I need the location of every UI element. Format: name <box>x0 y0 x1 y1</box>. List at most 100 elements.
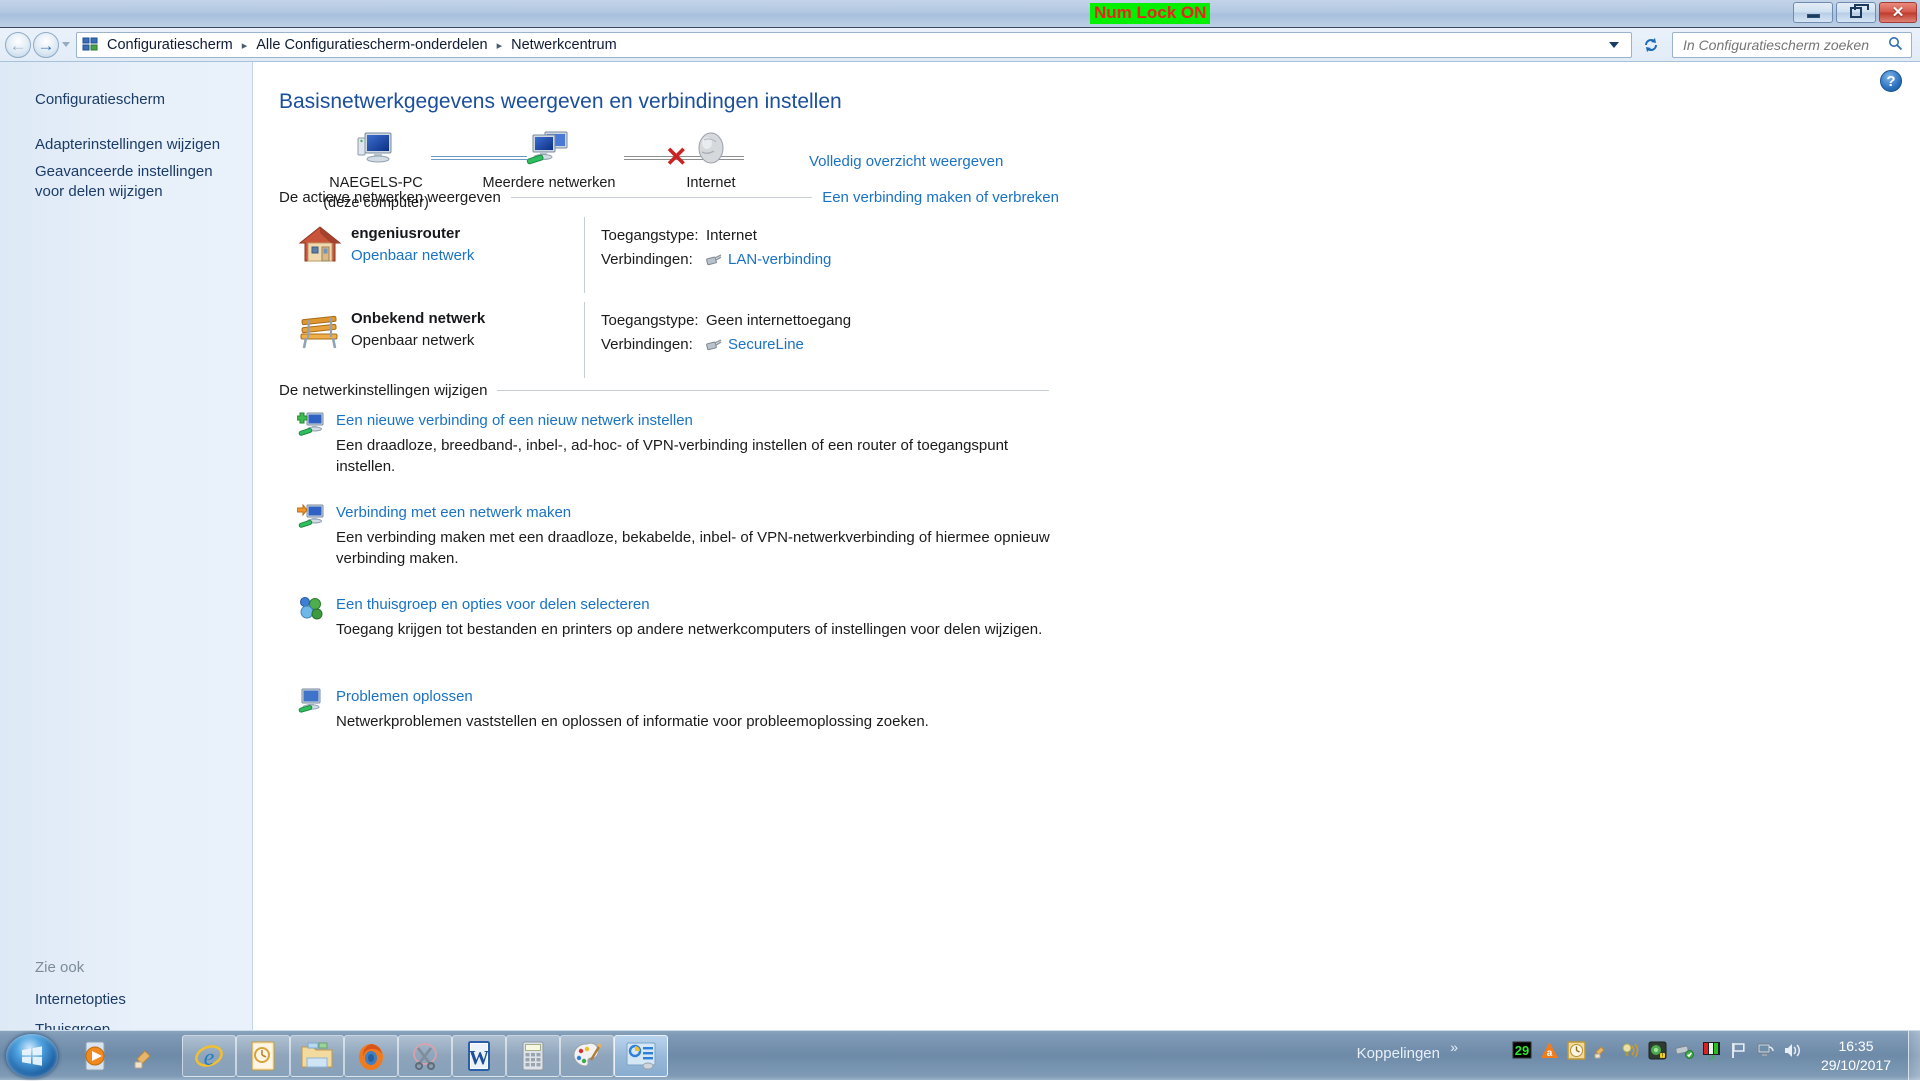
section-rule <box>497 390 1049 391</box>
main-content: ? Basisnetwerkgegevens weergeven en verb… <box>254 62 1920 1030</box>
address-bar: ← → Configuratiescherm ▸ Alle Configurat… <box>0 28 1920 62</box>
task-description: Netwerkproblemen vaststellen en oplossen… <box>336 713 929 730</box>
connect-network-icon <box>296 503 325 530</box>
view-full-map-link[interactable]: Volledig overzicht weergeven <box>809 153 1003 170</box>
network-name: engeniusrouter <box>351 225 461 242</box>
paint-icon[interactable] <box>560 1035 614 1077</box>
troubleshoot-icon <box>297 688 325 714</box>
search-input[interactable] <box>1681 36 1888 54</box>
close-button[interactable]: ✕ <box>1879 2 1917 23</box>
network-meter-icon[interactable]: 1A <box>1701 1040 1721 1060</box>
computer-icon <box>357 132 392 163</box>
setup-new-connection-link[interactable]: Een nieuwe verbinding of een nieuw netwe… <box>336 412 693 429</box>
connection-name-link[interactable]: SecureLine <box>728 336 804 353</box>
active-networks-section-header: De actieve netwerken weergeven Een verbi… <box>279 189 1059 206</box>
snipping-tool-icon[interactable] <box>398 1035 452 1077</box>
restore-icon <box>1850 4 1869 18</box>
sidebar-item-change-adapter-settings[interactable]: Adapterinstellingen wijzigen <box>35 135 220 155</box>
restore-button[interactable] <box>1836 2 1876 23</box>
new-connection-icon <box>296 412 325 438</box>
num-lock-indicator: Num Lock ON <box>1090 3 1211 24</box>
section-title: De netwerkinstellingen wijzigen <box>279 382 488 399</box>
house-icon <box>297 221 343 267</box>
sidebar-item-internet-options[interactable]: Internetopties <box>35 990 126 1010</box>
windows-media-player-icon[interactable] <box>68 1035 122 1077</box>
network-map-node-networks[interactable]: Meerdere netwerken <box>451 130 647 191</box>
sound-notify-icon[interactable] <box>1620 1040 1640 1060</box>
lan-cable-icon <box>706 253 722 266</box>
breadcrumb-item-0[interactable]: Configuratiescherm <box>104 37 236 53</box>
svg-text:1A: 1A <box>1707 1055 1714 1060</box>
calendar-day-icon[interactable]: 29 <box>1512 1040 1532 1060</box>
troubleshoot-problems-link[interactable]: Problemen oplossen <box>336 688 473 705</box>
action-center-flag-icon[interactable] <box>1728 1040 1748 1060</box>
close-icon: ✕ <box>1891 4 1905 21</box>
avast-icon[interactable]: a <box>1539 1040 1559 1060</box>
task-description: Een verbinding maken met een draadloze, … <box>336 529 1050 567</box>
breadcrumb[interactable]: Configuratiescherm ▸ Alle Configuratiesc… <box>76 32 1632 58</box>
minimize-icon <box>1806 14 1820 18</box>
globe-icon <box>698 132 724 164</box>
recent-pages-chevron-icon[interactable] <box>62 42 70 47</box>
clock-date: 29/10/2017 <box>1820 1057 1892 1073</box>
address-dropdown-icon[interactable] <box>1609 42 1619 48</box>
connections-label: Verbindingen: <box>601 335 693 353</box>
connect-to-network-link[interactable]: Verbinding met een netwerk maken <box>336 504 571 521</box>
network-map-node-internet[interactable]: Internet <box>651 130 771 191</box>
refresh-button[interactable] <box>1638 32 1664 58</box>
title-bar: Num Lock ON ✕ <box>0 0 1920 28</box>
breadcrumb-item-1[interactable]: Alle Configuratiescherm-onderdelen <box>253 37 490 53</box>
page-title: Basisnetwerkgegevens weergeven en verbin… <box>279 90 842 113</box>
minimize-button[interactable] <box>1793 2 1833 23</box>
multiple-networks-icon <box>526 131 568 165</box>
clock-tray-icon[interactable] <box>1566 1040 1586 1060</box>
firefox-icon[interactable] <box>344 1035 398 1077</box>
network-details: Toegangstype: Geen internettoegang Verbi… <box>601 308 851 356</box>
help-button[interactable]: ? <box>1880 70 1902 92</box>
breadcrumb-item-2[interactable]: Netwerkcentrum <box>508 37 620 53</box>
control-panel-small-icon <box>81 36 99 54</box>
see-also-label: Zie ook <box>35 959 85 976</box>
ccleaner-tray-icon[interactable] <box>1593 1040 1613 1060</box>
svg-text:W: W <box>469 1047 489 1069</box>
word-icon[interactable]: W <box>452 1035 506 1077</box>
breadcrumb-separator-icon: ▸ <box>241 39 248 52</box>
taskbar-buttons-group: e W <box>182 1035 668 1077</box>
search-box[interactable] <box>1672 32 1912 58</box>
lan-cable-icon <box>706 338 722 351</box>
connection-name-link[interactable]: LAN-verbinding <box>728 251 831 268</box>
access-type-value: Geen internettoegang <box>706 311 852 329</box>
homegroup-icon <box>297 596 325 622</box>
start-button[interactable] <box>6 1034 58 1078</box>
sidebar: Configuratiescherm Adapterinstellingen w… <box>0 62 253 1068</box>
windows-logo-icon <box>22 1046 42 1066</box>
outlook-icon[interactable] <box>236 1035 290 1077</box>
show-desktop-button[interactable] <box>1908 1031 1920 1081</box>
back-button[interactable]: ← <box>5 32 31 58</box>
access-type-label: Toegangstype: <box>601 226 699 244</box>
windows-explorer-icon[interactable] <box>290 1035 344 1077</box>
sidebar-item-change-advanced-sharing-settings[interactable]: Geavanceerde instellingen voor delen wij… <box>35 162 225 202</box>
system-tray: 29 a ! 1A <box>1512 1040 1802 1060</box>
taskbar: e W Koppelingen » 29 a ! 1A 16:35 29/10/… <box>0 1030 1920 1081</box>
internet-explorer-icon[interactable]: e <box>182 1035 236 1077</box>
volume-icon[interactable] <box>1782 1040 1802 1060</box>
sidebar-item-control-panel-home[interactable]: Configuratiescherm <box>35 90 165 110</box>
calculator-icon[interactable] <box>506 1035 560 1077</box>
safely-remove-hardware-icon[interactable] <box>1674 1040 1694 1060</box>
quick-launch-group <box>68 1035 176 1077</box>
network-location-type: Openbaar netwerk <box>351 332 475 349</box>
control-panel-icon[interactable] <box>614 1035 668 1077</box>
network-icon[interactable] <box>1755 1040 1775 1060</box>
clock[interactable]: 16:35 29/10/2017 <box>1810 1037 1902 1075</box>
links-toolbar-chevron-icon[interactable]: » <box>1450 1039 1458 1055</box>
nvidia-icon[interactable]: ! <box>1647 1040 1667 1060</box>
svg-text:29: 29 <box>1515 1043 1529 1058</box>
ccleaner-icon[interactable] <box>122 1035 176 1077</box>
forward-button[interactable]: → <box>33 32 59 58</box>
links-toolbar-label[interactable]: Koppelingen <box>1357 1045 1440 1062</box>
connect-or-disconnect-link[interactable]: Een verbinding maken of verbreken <box>822 189 1059 206</box>
network-location-type[interactable]: Openbaar netwerk <box>351 247 474 264</box>
svg-text:a: a <box>1546 1048 1552 1059</box>
choose-homegroup-sharing-link[interactable]: Een thuisgroep en opties voor delen sele… <box>336 596 650 613</box>
